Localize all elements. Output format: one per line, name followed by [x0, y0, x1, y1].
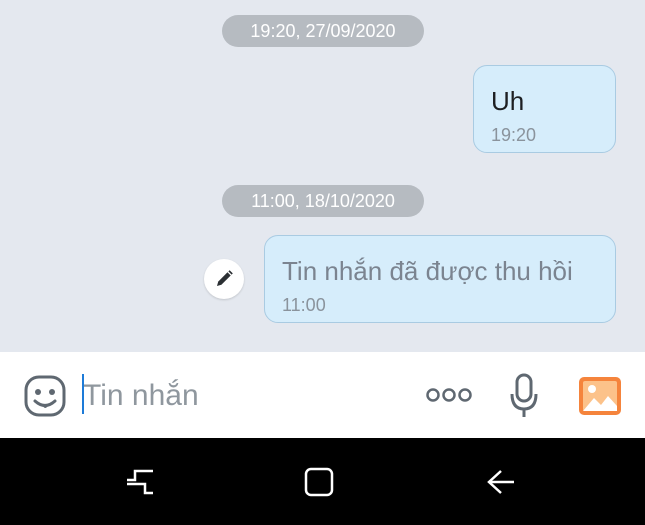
recent-apps-button[interactable] [120, 462, 160, 502]
message-time: 11:00 [282, 295, 326, 315]
recent-apps-icon [127, 469, 153, 495]
message-composer [0, 352, 645, 438]
pencil-icon [217, 270, 233, 286]
message-text: Uh [491, 86, 525, 116]
recalled-message-bubble[interactable]: Tin nhắn đã được thu hồi 11:00 [264, 235, 616, 323]
date-separator: 19:20, 27/09/2020 [222, 15, 424, 47]
back-icon [487, 470, 514, 494]
more-options-button[interactable] [425, 382, 473, 408]
message-time: 19:20 [491, 125, 537, 145]
chat-area[interactable]: 19:20, 27/09/2020 Uh 19:20 11:00, 18/10/… [0, 0, 645, 352]
more-options-icon [426, 388, 472, 402]
edit-button[interactable] [204, 259, 244, 299]
sticker-button[interactable] [22, 373, 68, 419]
photo-gallery-icon [579, 377, 621, 415]
microphone-icon [510, 373, 538, 417]
date-separator: 11:00, 18/10/2020 [222, 185, 424, 217]
photo-gallery-button[interactable] [576, 374, 624, 418]
message-input[interactable] [83, 374, 403, 418]
message-text: Tin nhắn đã được thu hồi [282, 256, 573, 286]
system-navigation-bar [0, 438, 645, 525]
sticker-icon [24, 375, 66, 417]
back-button[interactable] [480, 462, 520, 502]
microphone-button[interactable] [508, 372, 540, 420]
text-cursor [82, 374, 84, 414]
home-icon [304, 467, 334, 497]
message-bubble[interactable]: Uh 19:20 [473, 65, 616, 153]
home-button[interactable] [299, 462, 339, 502]
